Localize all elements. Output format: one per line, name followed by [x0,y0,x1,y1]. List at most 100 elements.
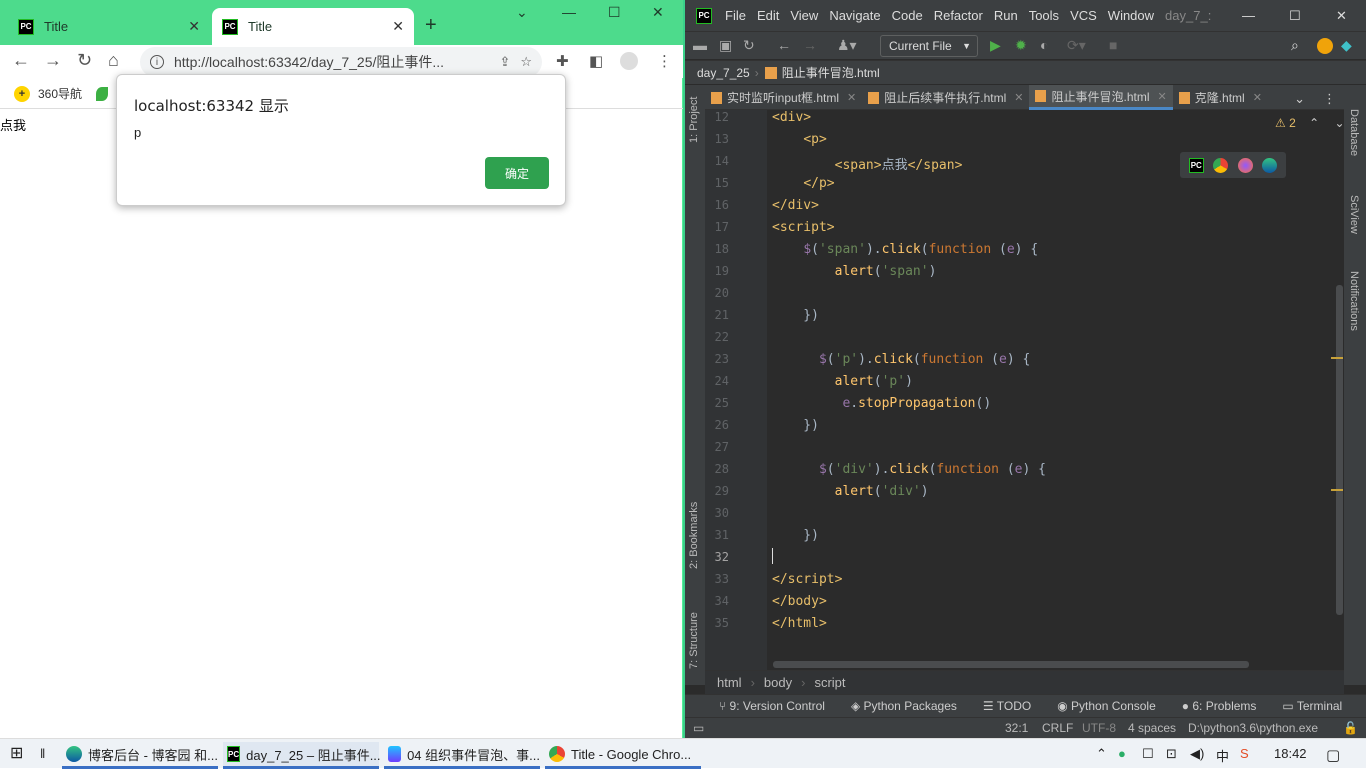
terminal-button[interactable]: ▭ Terminal [1282,699,1342,713]
structure-tool-button[interactable]: 7: Structure [688,612,700,669]
caret-position[interactable]: 32:1 [1005,721,1028,735]
update-icon[interactable] [1317,38,1333,54]
notification-center-icon[interactable]: ▢ [1326,746,1340,764]
share-icon[interactable]: ⇪ [499,54,510,70]
editor-tab-2[interactable]: 阻止后续事件执行.html ✕ [862,85,1029,110]
minimize-icon[interactable]: — [562,4,576,20]
firefox-icon[interactable] [1237,157,1253,173]
python-interpreter[interactable]: D:\python3.6\python.exe [1188,721,1318,735]
breadcrumb-body[interactable]: body [764,675,792,690]
stop-icon[interactable]: ■ [1109,37,1117,53]
close-window-icon[interactable]: ✕ [1336,8,1347,24]
notifications-tool-button[interactable]: Notifications [1348,271,1360,331]
extensions-icon[interactable]: ✚ [556,52,569,70]
sogou-icon[interactable]: S [1240,746,1249,761]
menu-navigate[interactable]: Navigate [829,8,880,23]
site-info-icon[interactable]: i [150,55,164,69]
volume-icon[interactable]: ◀) [1190,746,1204,762]
language-icon[interactable]: 中 [1216,746,1229,765]
close-tab-icon[interactable]: ✕ [392,18,404,35]
click-me-span[interactable]: 点我 [0,115,26,134]
sync-icon[interactable]: ↻ [743,37,755,54]
input-method-icon[interactable]: ☐ [1142,746,1154,762]
layout-icon[interactable]: ▭ [693,721,704,735]
breadcrumb-html[interactable]: html [717,675,742,690]
tray-overflow-icon[interactable]: ⌃ [1096,746,1107,762]
tab-search-icon[interactable]: ⌄ [516,4,528,21]
bookmark-360[interactable]: + 360导航 [14,85,82,102]
minimize-icon[interactable]: — [1242,8,1255,23]
taskbar-item-chrome[interactable]: Title - Google Chro... [545,742,701,769]
menu-edit[interactable]: Edit [757,8,779,23]
pycharm-browser-icon[interactable]: PC [1188,157,1204,173]
prev-highlight-icon[interactable]: ⌃ [1309,116,1319,130]
bookmark-star-icon[interactable]: ☆ [520,54,532,70]
inspection-widget[interactable]: ⚠ 2 ⌃ ⌄ [1275,116,1345,130]
chrome-icon[interactable] [1213,157,1229,173]
nav-project[interactable]: day_7_25 [697,66,750,80]
windows-start-icon[interactable]: ⊞ [10,743,23,763]
close-tab-icon[interactable]: ✕ [1253,91,1262,104]
browser-tab-1[interactable]: PC Title ✕ [8,8,210,45]
search-icon[interactable]: ⌕ [1291,37,1299,54]
menu-tools[interactable]: Tools [1029,8,1059,23]
close-tab-icon[interactable]: ✕ [847,91,856,104]
close-tab-icon[interactable]: ✕ [1158,90,1167,103]
save-icon[interactable]: ▣ [719,37,732,54]
taskbar-item-video[interactable]: 04 组织事件冒泡、事... [384,742,540,769]
task-view-icon[interactable]: ‖ [40,746,45,761]
lock-icon[interactable]: 🔓 [1343,721,1358,735]
coverage-icon[interactable]: ◐ [1040,37,1048,53]
vcs-user-icon[interactable]: ♟▾ [837,37,857,54]
open-folder-icon[interactable]: ▬ [693,37,707,53]
code-editor[interactable]: <div> <p> <span>点我</span> </p> </div> <s… [767,110,1344,670]
clock[interactable]: 18:42 [1274,746,1307,761]
nav-file[interactable]: 阻止事件冒泡.html [782,64,880,81]
close-window-icon[interactable]: ✕ [652,4,664,21]
python-packages-button[interactable]: ◈ Python Packages [851,699,957,713]
forward-icon[interactable]: → [803,37,817,53]
warning-marker[interactable] [1331,357,1343,359]
run-config-select[interactable]: Current File ▼ [880,35,978,57]
browser-tab-2[interactable]: PC Title ✕ [212,8,414,45]
indent-setting[interactable]: 4 spaces [1128,721,1176,735]
back-icon[interactable]: ← [777,37,791,53]
address-bar[interactable]: i http://localhost:63342/day_7_25/阻止事件..… [140,47,542,77]
bookmarks-tool-button[interactable]: 2: Bookmarks [688,502,700,569]
editor-tab-1[interactable]: 实时监听input框.html ✕ [705,85,862,110]
problems-button[interactable]: ● 6: Problems [1182,699,1257,713]
wechat-icon[interactable]: ● [1118,746,1126,761]
editor-tab-3[interactable]: 阻止事件冒泡.html ✕ [1029,85,1173,110]
new-tab-icon[interactable]: + [425,14,437,37]
run-icon[interactable]: ▶ [990,37,1001,54]
menu-view[interactable]: View [790,8,818,23]
network-icon[interactable]: ⊡ [1166,746,1177,762]
menu-kebab-icon[interactable]: ⋮ [657,52,672,70]
profile-avatar[interactable] [620,52,638,70]
taskbar-item-pycharm[interactable]: PC day_7_25 – 阻止事件... [223,742,381,769]
maximize-icon[interactable]: ☐ [608,4,621,21]
warning-marker[interactable] [1331,489,1343,491]
bookmark-leaf[interactable] [96,86,116,101]
file-encoding[interactable]: UTF-8 [1082,721,1116,735]
more-icon[interactable]: ⋮ [1315,85,1344,109]
horizontal-scrollbar[interactable] [773,661,1249,668]
back-icon[interactable]: ← [12,50,30,71]
menu-run[interactable]: Run [994,8,1018,23]
version-control-button[interactable]: ⑂ 9: Version Control [719,699,825,713]
profile-icon[interactable]: ⟳▾ [1067,37,1086,54]
menu-refactor[interactable]: Refactor [934,8,983,23]
breadcrumb-script[interactable]: script [814,675,845,690]
forward-icon[interactable]: → [44,50,62,71]
reload-icon[interactable]: ↻ [77,50,92,71]
home-icon[interactable]: ⌂ [108,50,119,71]
debug-icon[interactable]: ✹ [1015,37,1027,54]
taskbar-item-edge[interactable]: 博客后台 - 博客园 和... [62,742,218,769]
sciview-tool-button[interactable]: SciView [1348,195,1360,234]
editor-tab-4[interactable]: 克隆.html ✕ [1173,85,1268,110]
next-highlight-icon[interactable]: ⌄ [1335,116,1345,130]
maximize-icon[interactable]: ☐ [1289,8,1301,24]
menu-file[interactable]: File [725,8,746,23]
line-separator[interactable]: CRLF [1042,721,1073,735]
menu-code[interactable]: Code [892,8,923,23]
